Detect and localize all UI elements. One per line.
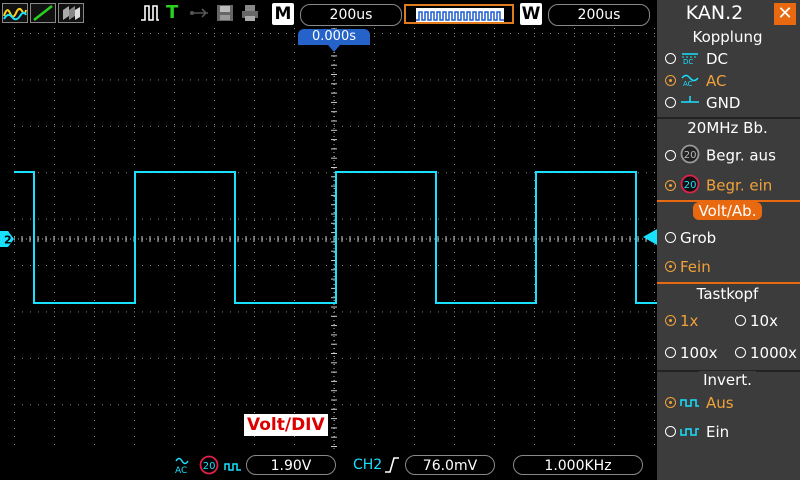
bandwidth-badge-text: 20 [203, 461, 216, 472]
probe-section-title: Tastkopf [657, 285, 798, 303]
waveform-graticule [14, 28, 657, 450]
voltdiv-section-title: Volt/Ab. [657, 202, 798, 220]
trigger-level-readout[interactable]: 76.0mV [405, 455, 495, 475]
timebase-readout[interactable]: 200us [300, 4, 402, 26]
probe-option-1000x[interactable]: 1000x [735, 344, 797, 362]
radio-coarse [665, 232, 676, 243]
svg-text:AC: AC [175, 466, 187, 474]
save-icon[interactable] [215, 3, 237, 23]
coupling-option-ac[interactable]: AC AC [665, 72, 726, 91]
svg-text:20: 20 [684, 180, 697, 191]
bandwidth-option-on[interactable]: 20 Begr. ein [665, 174, 772, 198]
svg-text:AC: AC [683, 80, 693, 87]
menu-header: KAN.2 ✕ [657, 0, 800, 28]
bw-on-icon: 20 [680, 174, 700, 198]
window-timebase-readout[interactable]: 200us [548, 4, 650, 26]
close-icon[interactable]: ✕ [774, 3, 796, 25]
radio-100x [665, 347, 676, 358]
trigger-level-marker[interactable] [643, 229, 657, 245]
probe-option-100x[interactable]: 100x [665, 344, 718, 362]
persistence-icon[interactable] [58, 3, 84, 23]
radio-dc [665, 53, 676, 64]
bottom-status-bar: AC 20 1.90V CH2 76.0mV 1.000KHz [0, 450, 656, 480]
coupling-option-gnd[interactable]: GND [665, 94, 740, 113]
memory-waveform-preview [416, 8, 504, 22]
volt-div-control-label: Volt/DIV [244, 414, 328, 436]
bandwidth-option-off[interactable]: 20 Begr. aus [665, 144, 776, 168]
ac-icon: AC [680, 73, 700, 91]
channel-menu-panel: KAN.2 ✕ Kopplung DC DC AC AC GND 20MHz Bb.… [657, 0, 800, 480]
dc-icon: DC [680, 51, 700, 69]
rising-edge-icon [384, 456, 400, 474]
invert-option-off[interactable]: Aus [665, 394, 734, 413]
normal-wave-icon [680, 395, 700, 413]
gnd-icon [680, 95, 700, 113]
channel-2-ground-marker[interactable]: 2 [0, 231, 14, 247]
svg-text:DC: DC [683, 58, 693, 65]
menu-title: KAN.2 [685, 2, 744, 24]
memory-position-bar[interactable] [404, 4, 514, 24]
radio-gnd [665, 97, 676, 108]
waveform-display-icon[interactable] [2, 3, 28, 23]
voltdiv-option-fine[interactable]: Fein [665, 258, 711, 276]
window-timebase-mode-label: W [520, 3, 542, 25]
radio-fine [665, 261, 676, 272]
trigger-position-marker[interactable]: 0.000s [298, 29, 370, 52]
radio-1x [665, 315, 676, 326]
volts-per-div-readout[interactable]: 1.90V [246, 455, 336, 475]
radio-bw-on [665, 179, 676, 191]
invert-option-on[interactable]: Ein [665, 423, 729, 442]
radio-10x [735, 315, 746, 326]
bw-off-icon: 20 [680, 144, 700, 168]
invert-section-title: Invert. [657, 371, 798, 389]
svg-text:20: 20 [684, 150, 697, 161]
probe-option-1x[interactable]: 1x [665, 312, 698, 330]
vector-mode-icon[interactable] [30, 3, 56, 23]
channel-number-label: 2 [4, 234, 12, 247]
ac-coupling-icon: AC [174, 456, 192, 476]
menu-divider-active [657, 282, 800, 284]
frequency-readout: 1.000KHz [513, 455, 643, 475]
print-icon[interactable] [240, 3, 262, 23]
radio-bw-off [665, 149, 676, 161]
inverted-wave-icon [680, 424, 700, 442]
radio-invert-off [665, 397, 676, 408]
main-timebase-mode-label: M [272, 3, 294, 25]
coupling-section-title: Kopplung [657, 28, 798, 46]
voltdiv-option-coarse[interactable]: Grob [665, 229, 716, 247]
invert-off-icon [224, 458, 242, 471]
usb-icon [188, 3, 210, 23]
trigger-status-icon: T [166, 2, 179, 23]
trigger-source-label: CH2 [353, 457, 383, 473]
edge-trigger-type-icon [140, 3, 160, 23]
coupling-option-dc[interactable]: DC DC [665, 50, 728, 69]
bandwidth-section-title: 20MHz Bb. [657, 119, 798, 137]
probe-option-10x[interactable]: 10x [735, 312, 778, 330]
radio-invert-on [665, 426, 676, 437]
radio-ac [665, 75, 676, 86]
top-status-bar: T M 200us W 200us [0, 0, 656, 28]
bandwidth-limit-icon: 20 [199, 455, 219, 475]
radio-1000x [735, 347, 746, 358]
